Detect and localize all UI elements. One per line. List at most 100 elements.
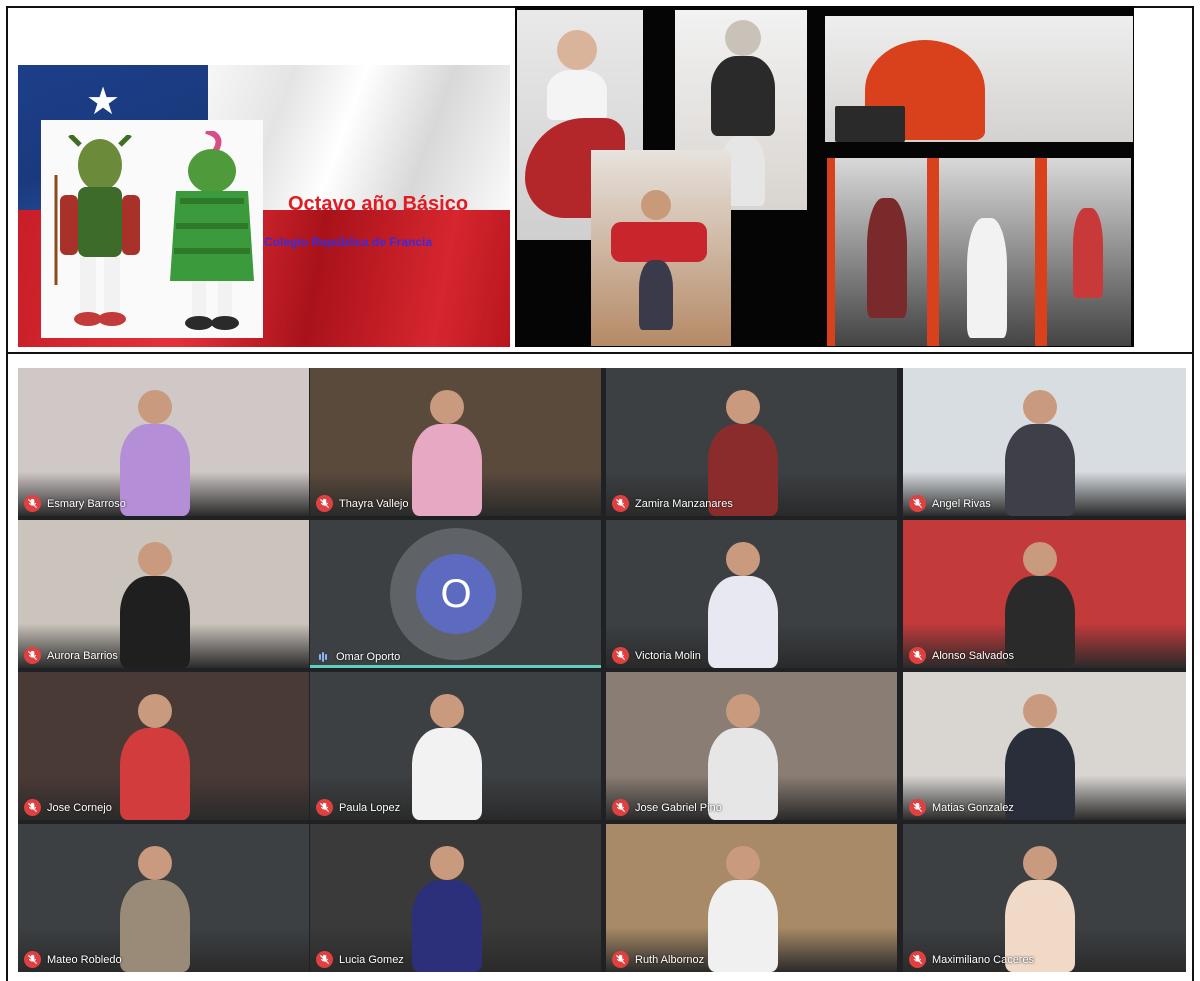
participant-figure — [120, 424, 190, 516]
participant-name: Omar Oporto — [336, 651, 401, 663]
participant-figure — [412, 424, 482, 516]
participant-label: Thayra Vallejo — [316, 495, 409, 512]
participant-label: Mateo Robledo — [24, 951, 122, 968]
mic-off-icon — [909, 647, 926, 664]
participant-name: Paula Lopez — [339, 801, 401, 814]
speaking-icon — [316, 650, 330, 664]
participant-figure — [1023, 846, 1057, 880]
participant-figure — [430, 694, 464, 728]
participant-tile[interactable]: Esmary Barroso — [18, 368, 309, 516]
mic-off-icon — [909, 951, 926, 968]
participant-label: Aurora Barrios — [24, 647, 118, 664]
participant-tile[interactable]: Thayra Vallejo — [310, 368, 601, 516]
participant-figure — [1005, 576, 1075, 668]
participant-tile[interactable]: Alonso Salvados — [903, 520, 1186, 668]
mic-off-icon — [909, 495, 926, 512]
participant-tile[interactable]: Angel Rivas — [903, 368, 1186, 516]
green-costume-dancer-illustration — [170, 131, 254, 330]
participant-name: Ruth Albornoz — [635, 953, 705, 966]
participant-label: Jose Cornejo — [24, 799, 112, 816]
participant-tile[interactable]: Victoria Molin — [606, 520, 897, 668]
participant-figure — [708, 880, 778, 972]
participant-name: Mateo Robledo — [47, 953, 122, 966]
participant-name: Angel Rivas — [932, 497, 991, 510]
participant-tile[interactable]: O Omar Oporto — [310, 520, 601, 668]
participant-label: Zamira Manzanares — [612, 495, 733, 512]
avatar-ring: O — [390, 528, 522, 660]
mic-off-icon — [24, 951, 41, 968]
participant-tile[interactable]: Lucia Gomez — [310, 824, 601, 972]
participant-label: Victoria Molin — [612, 647, 701, 664]
mic-off-icon — [316, 495, 333, 512]
participant-name: Maximiliano Caceres — [932, 953, 1035, 966]
mic-off-icon — [24, 647, 41, 664]
mic-off-icon — [316, 799, 333, 816]
participant-label: Maximiliano Caceres — [909, 951, 1034, 968]
participant-name: Thayra Vallejo — [339, 497, 409, 510]
participant-figure — [120, 728, 190, 820]
participant-tile[interactable]: Mateo Robledo — [18, 824, 309, 972]
participant-figure — [138, 846, 172, 880]
participant-figure — [726, 694, 760, 728]
participant-name: Lucia Gomez — [339, 953, 404, 966]
participant-figure — [726, 846, 760, 880]
participant-figure — [120, 880, 190, 972]
collage-photo — [591, 150, 731, 346]
participant-figure — [1023, 542, 1057, 576]
participant-label: Esmary Barroso — [24, 495, 126, 512]
participant-figure — [138, 694, 172, 728]
participant-name: Esmary Barroso — [47, 497, 126, 510]
mic-off-icon — [316, 951, 333, 968]
participant-name: Jose Gabriel Pino — [635, 801, 722, 814]
collage-photo — [825, 16, 1133, 142]
participant-tile[interactable]: Ruth Albornoz — [606, 824, 897, 972]
participant-name: Alonso Salvados — [932, 649, 1014, 662]
avatar: O — [416, 554, 496, 634]
diablada-dancer-illustration — [54, 135, 140, 326]
participant-figure — [138, 390, 172, 424]
banner-subtitle: Colegio República de Francia — [264, 235, 433, 249]
participant-tile[interactable]: Matias Gonzalez — [903, 672, 1186, 820]
participant-name: Zamira Manzanares — [635, 497, 733, 510]
participant-tile[interactable]: Zamira Manzanares — [606, 368, 897, 516]
participant-figure — [726, 390, 760, 424]
document-row-divider — [6, 352, 1194, 354]
participant-figure — [1005, 728, 1075, 820]
class-banner-image: ★ Octavo año Básico Colegio República de… — [18, 65, 510, 347]
participant-label: Matias Gonzalez — [909, 799, 1014, 816]
participant-figure — [430, 390, 464, 424]
participant-label: Omar Oporto — [316, 650, 400, 664]
mic-off-icon — [909, 799, 926, 816]
participant-figure — [726, 542, 760, 576]
mic-off-icon — [24, 495, 41, 512]
star-icon: ★ — [85, 81, 121, 123]
participant-name: Victoria Molin — [635, 649, 701, 662]
participant-figure — [412, 728, 482, 820]
active-speaker-indicator — [310, 665, 601, 668]
participant-label: Lucia Gomez — [316, 951, 404, 968]
participant-tile[interactable]: Jose Cornejo — [18, 672, 309, 820]
participant-figure — [1023, 390, 1057, 424]
participant-tile[interactable]: Aurora Barrios — [18, 520, 309, 668]
participant-name: Jose Cornejo — [47, 801, 112, 814]
participant-label: Alonso Salvados — [909, 647, 1014, 664]
dance-photo-collage — [515, 6, 1134, 347]
mic-off-icon — [612, 799, 629, 816]
mic-off-icon — [24, 799, 41, 816]
participant-figure — [1023, 694, 1057, 728]
participant-figure — [120, 576, 190, 668]
mic-off-icon — [612, 951, 629, 968]
participant-label: Ruth Albornoz — [612, 951, 704, 968]
participant-tile[interactable]: Jose Gabriel Pino — [606, 672, 897, 820]
participant-label: Jose Gabriel Pino — [612, 799, 722, 816]
participant-tile[interactable]: Maximiliano Caceres — [903, 824, 1186, 972]
participant-label: Angel Rivas — [909, 495, 991, 512]
participant-name: Matias Gonzalez — [932, 801, 1014, 814]
mic-off-icon — [612, 647, 629, 664]
video-meeting-grid: Esmary Barroso Thayra Vallejo Zamira Manza… — [18, 368, 1186, 972]
participant-figure — [138, 542, 172, 576]
participant-tile[interactable]: Paula Lopez — [310, 672, 601, 820]
participant-figure — [412, 880, 482, 972]
mic-off-icon — [612, 495, 629, 512]
participant-figure — [430, 846, 464, 880]
